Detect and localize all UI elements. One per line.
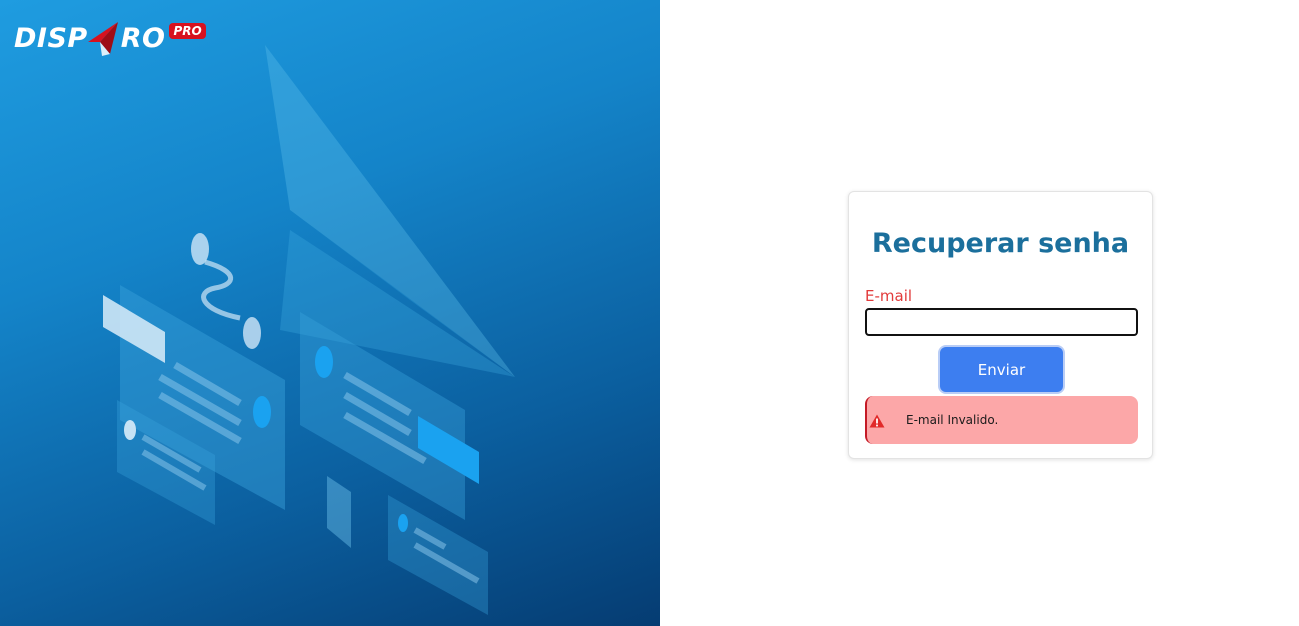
chat-card-1-dot	[253, 396, 271, 428]
brand-name-part2: RO	[120, 22, 166, 54]
page-title: Recuperar senha	[871, 228, 1130, 259]
chat-card-2-dot	[315, 346, 333, 378]
path-line	[201, 259, 241, 321]
brand-badge: PRO	[169, 23, 206, 39]
warning-triangle-icon	[869, 413, 885, 428]
hero-panel: DISP RO PRO	[0, 0, 660, 626]
error-alert: E-mail Invalido.	[865, 396, 1138, 444]
send-button[interactable]: Enviar	[938, 345, 1065, 394]
hero-illustration	[103, 45, 515, 615]
email-label: E-mail	[865, 287, 913, 305]
chat-card-4-dot	[398, 514, 408, 532]
paper-plane-icon	[86, 20, 120, 56]
brand-logo: DISP RO PRO	[14, 18, 206, 58]
chat-card-3-dot	[124, 420, 136, 440]
email-field[interactable]	[865, 308, 1138, 336]
login-page: DISP RO PRO Recuperar senha E-mail Envia…	[0, 0, 1299, 626]
alert-message: E-mail Invalido.	[906, 413, 999, 427]
brand-name-part1: DISP	[14, 22, 88, 54]
shard	[327, 476, 351, 548]
recover-password-card: Recuperar senha E-mail Enviar E-mail Inv…	[848, 191, 1153, 459]
path-dot-bottom	[243, 317, 261, 349]
